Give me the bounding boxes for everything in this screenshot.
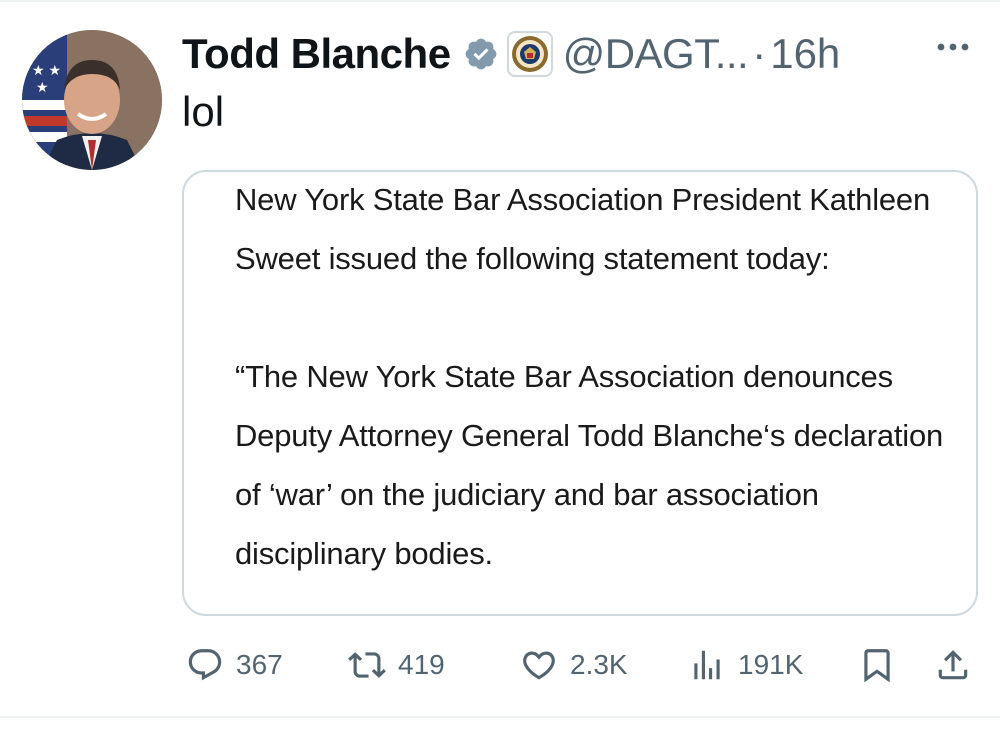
reply-count: 367 [236,649,283,680]
bottom-divider [0,716,1000,718]
avatar[interactable]: ★ ★ ★ [22,30,162,170]
share-button[interactable] [934,640,972,690]
repost-button[interactable]: 419 [348,640,445,690]
reply-button[interactable]: 367 [186,640,283,690]
views-button[interactable]: 191K [688,640,803,690]
svg-text:★ ★: ★ ★ [32,62,61,78]
like-button[interactable]: 2.3K [520,640,628,690]
views-icon [694,650,720,680]
svg-text:★: ★ [36,79,49,95]
like-icon [523,651,555,680]
bookmark-button[interactable] [858,640,896,690]
quoted-post-card[interactable]: New York State Bar Association President… [182,170,978,616]
tweet-header: Todd Blanche @DAGT... · 16h [182,26,982,82]
doj-seal-icon[interactable] [506,31,553,77]
display-name[interactable]: Todd Blanche [182,30,451,78]
quoted-statement: New York State Bar Association President… [235,172,965,583]
handle[interactable]: @DAGT... [563,30,749,78]
like-count: 2.3K [570,649,628,680]
repost-icon [348,652,386,678]
tweet-text: lol [182,88,225,135]
action-bar: 367 419 2.3K 191K [182,640,982,690]
repost-count: 419 [398,649,445,680]
quote-paragraph: “The New York State Bar Association deno… [235,359,944,571]
more-icon[interactable] [936,40,970,52]
reply-icon [188,649,222,681]
timestamp[interactable]: 16h [770,30,840,78]
separator-dot: · [752,30,767,77]
views-count: 191K [738,649,804,680]
share-icon [938,650,968,680]
bookmark-icon [864,649,890,683]
verified-badge-icon[interactable] [463,36,499,72]
top-divider [0,0,1000,2]
quote-paragraph: New York State Bar Association President… [235,182,931,276]
